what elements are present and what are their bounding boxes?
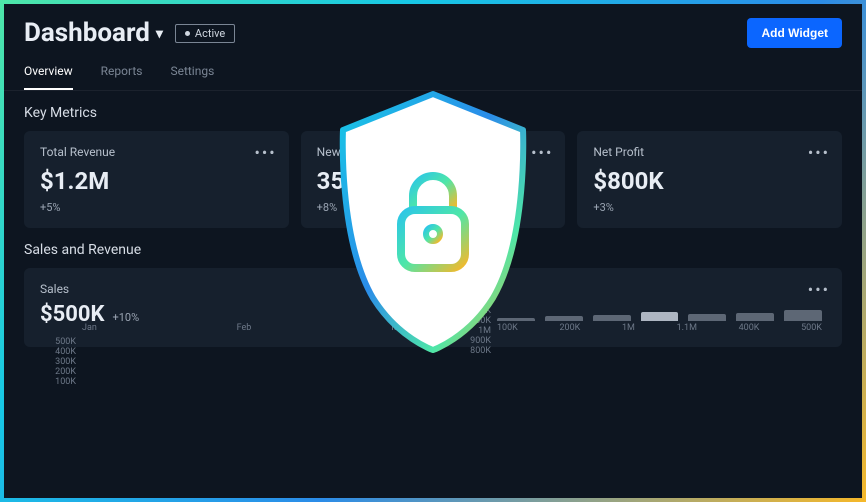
metric-delta: +8% [317,201,550,214]
x-tick-label: 1.1M [677,323,697,337]
y-tick-label: 1M [455,326,491,336]
x-tick-label: 100K [497,323,518,337]
y-tick-label: 400K [40,347,76,357]
metric-delta: +5% [40,201,273,214]
bar-chart: 300K200K1M900K800K 100K200K1M1.1M400K500… [455,306,826,337]
tab-overview[interactable]: Overview [24,56,73,90]
add-widget-button[interactable]: Add Widget [747,18,842,48]
card-menu-button[interactable]: ••• [808,280,830,299]
tab-reports[interactable]: Reports [101,56,143,90]
bar [593,315,631,321]
metric-card-new-customers: ••• New Customers 350 +8% [301,131,566,228]
metric-card-total-revenue: ••• Total Revenue $1.2M +5% [24,131,289,228]
y-tick-label: 500K [40,337,76,347]
bar [784,310,822,321]
sales-revenue-heading: Sales and Revenue [4,228,862,268]
x-tick-label: 400K [739,323,760,337]
x-tick-label: 200K [560,323,581,337]
y-tick-label: 200K [40,367,76,377]
metric-label: Net Profit [593,145,826,159]
tab-settings[interactable]: Settings [170,56,214,90]
status-badge-label: Active [195,27,225,40]
page-title: Dashboard [24,18,150,48]
bar [545,316,583,321]
x-tick-label: Mar [391,323,407,337]
metric-card-net-profit: ••• Net Profit $800K +3% [577,131,842,228]
x-tick-label: Feb [237,323,252,337]
y-tick-label: 200K [455,316,491,326]
key-metrics-heading: Key Metrics [4,91,862,131]
metric-value: $800K [593,167,826,195]
x-tick-label: Jan [82,323,97,337]
metrics-row: ••• Total Revenue $1.2M +5% ••• New Cust… [4,131,862,228]
metric-label: New Customers [317,145,550,159]
metric-label: Total Revenue [40,145,273,159]
tabs: Overview Reports Settings [4,56,862,91]
metric-value: $1.2M [40,167,273,195]
card-menu-button[interactable]: ••• [808,143,830,162]
bar [736,313,774,321]
bar [688,314,726,321]
y-tick-label: 900K [455,336,491,346]
metric-value: 350 [317,167,550,195]
dashboard-app: Dashboard ▾ Active Add Widget Overview R… [4,4,862,498]
header: Dashboard ▾ Active Add Widget [4,4,862,56]
x-tick-label: 1M [622,323,635,337]
caret-down-icon: ▾ [156,26,163,42]
sales-line-chart-card: Sales $500K +10% 500K400K300K200K100K Ja… [24,268,427,347]
y-tick-label: 100K [40,377,76,387]
page-title-dropdown[interactable]: Dashboard ▾ [24,18,163,48]
card-menu-button[interactable]: ••• [254,143,276,162]
bar [497,318,535,321]
y-tick-label: 300K [40,357,76,367]
status-badge: Active [175,24,235,43]
status-dot-icon [185,31,190,36]
card-menu-button[interactable]: ••• [531,143,553,162]
y-tick-label: 800K [455,346,491,356]
metric-delta: +3% [593,201,826,214]
y-tick-label: 300K [455,306,491,316]
bar [641,312,679,321]
x-tick-label: 500K [801,323,822,337]
bar-chart-card: ••• 300K200K1M900K800K 100K200K1M1.1M400… [439,268,842,347]
chart-title: Sales [40,282,411,296]
sales-row: Sales $500K +10% 500K400K300K200K100K Ja… [4,268,862,363]
